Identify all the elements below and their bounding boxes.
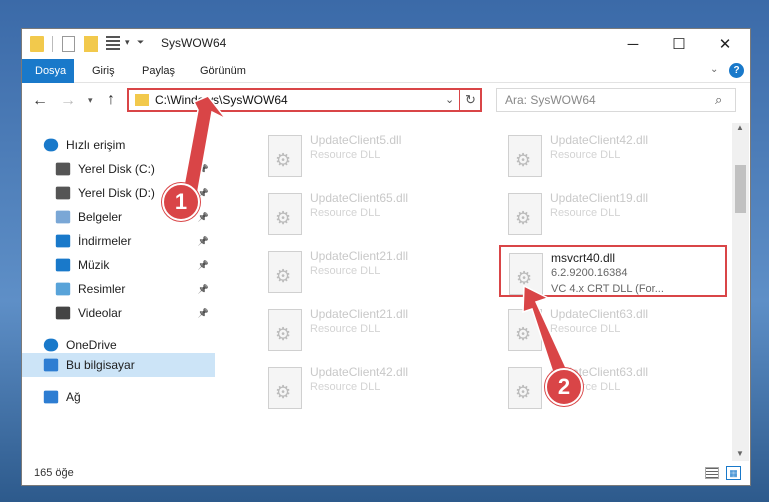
annotation-overlay <box>181 95 569 384</box>
step-badge-1: 1 <box>162 183 200 221</box>
step-badge-2: 2 <box>545 368 583 406</box>
